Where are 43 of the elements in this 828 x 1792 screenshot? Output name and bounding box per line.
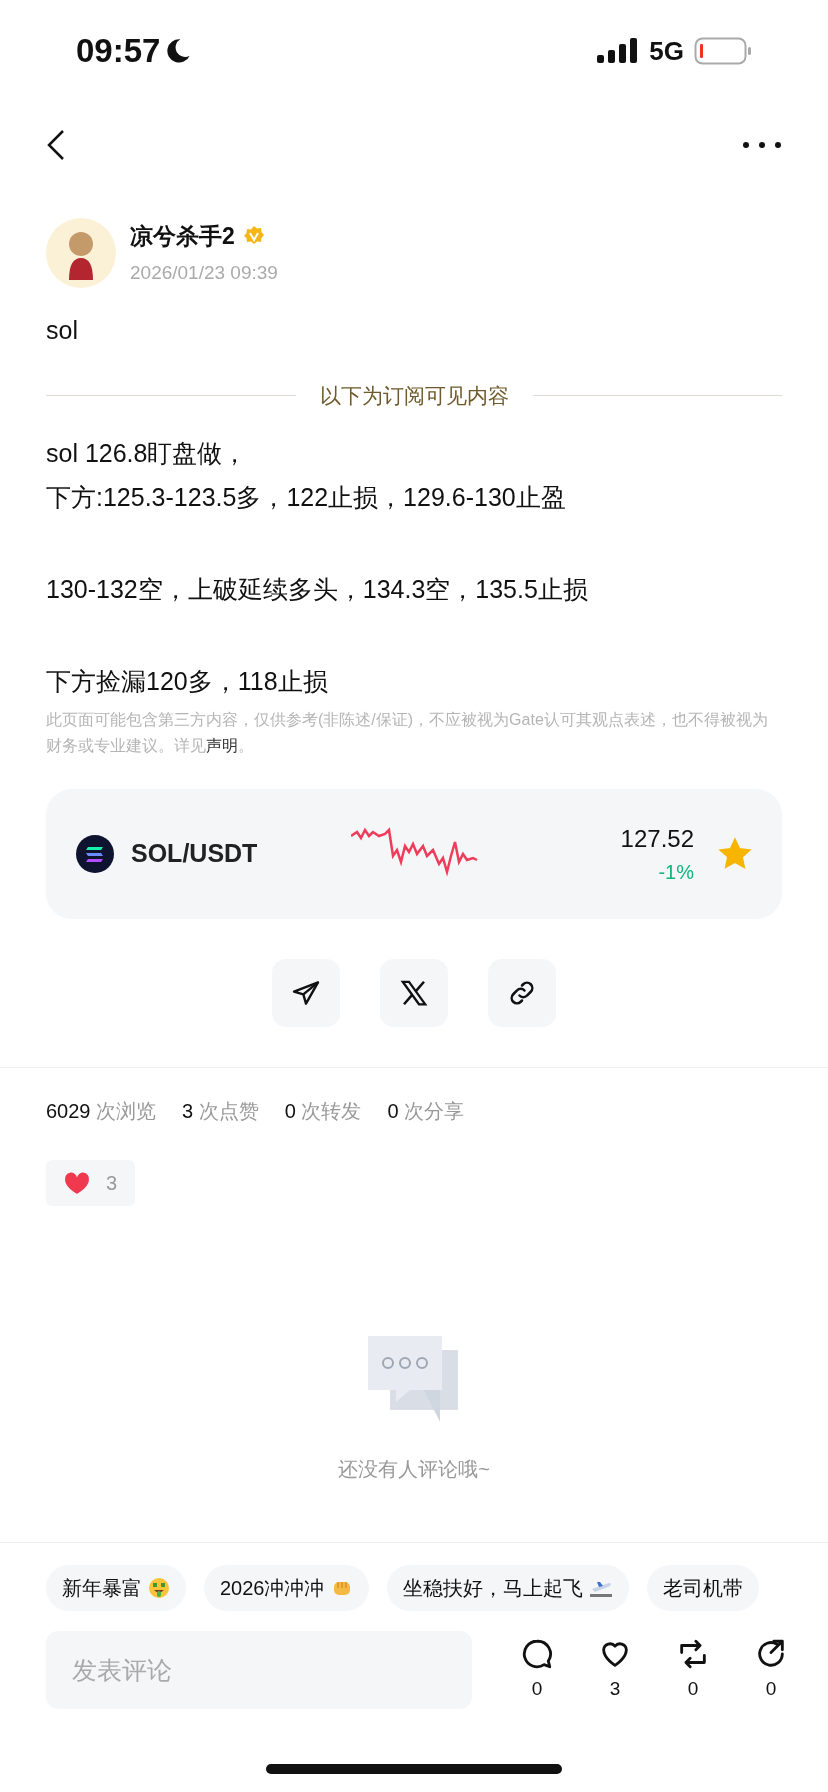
quick-reply-chip[interactable]: 新年暴富 — [46, 1565, 186, 1611]
post-action-button[interactable]: 0 — [516, 1636, 558, 1704]
post-paragraph: 130-132空，上破延续多头，134.3空，135.5止损 — [46, 574, 589, 605]
stat-counter: 0 次分享 — [387, 1099, 465, 1124]
coin-logo-icon — [76, 835, 114, 873]
ticker-card[interactable]: SOL/USDT 127.52 -1% — [46, 789, 782, 919]
author-name[interactable]: 凉兮杀手2 — [130, 218, 235, 253]
heart-icon — [64, 1171, 90, 1195]
back-icon — [46, 129, 66, 161]
empty-comments-icon — [368, 1336, 460, 1424]
post-action-button[interactable]: 3 — [594, 1636, 636, 1704]
post-paragraph: sol 126.8盯盘做， 下方:125.3-123.5多，122止损，129.6-130止盈 — [46, 438, 567, 513]
battery-icon — [694, 37, 752, 65]
post-title: sol — [46, 315, 79, 346]
quick-reply-chip[interactable]: 老司机带 — [646, 1565, 759, 1611]
post-action-button[interactable]: 0 — [672, 1636, 714, 1704]
stat-counter: 6029 次浏览 — [46, 1099, 157, 1124]
price: 127.52 — [620, 824, 694, 854]
empty-comments-text: 还没有人评论哦~ — [338, 1457, 490, 1482]
avatar[interactable] — [46, 218, 116, 288]
share-option-button[interactable] — [380, 959, 448, 1027]
quick-reply-chip[interactable]: 2026冲冲冲 — [204, 1565, 369, 1611]
network-label: 5G — [649, 34, 684, 68]
status-time: 09:57 — [76, 31, 161, 72]
post-date: 2026/01/23 09:39 — [130, 261, 278, 285]
x-logo-icon — [399, 978, 429, 1008]
post-paragraph: 下方捡漏120多，118止损 — [46, 666, 329, 697]
signal-icon — [597, 38, 640, 64]
comment-field[interactable]: 发表评论 — [46, 1631, 472, 1709]
price-change: -1% — [658, 860, 694, 885]
stat-counter: 0 次转发 — [284, 1099, 362, 1124]
star-icon — [718, 837, 752, 871]
disclaimer-text: 此页面可能包含第三方内容，仅供参考(非陈述/保证)，不应被视为Gate认可其观点表述，也不得被视为财务或专业建议。详见声明。 — [46, 710, 769, 756]
share-option-button[interactable] — [272, 959, 340, 1027]
stat-counter: 3 次点赞 — [182, 1099, 259, 1124]
post-action-button[interactable]: 0 — [750, 1636, 792, 1704]
quick-reply-chip[interactable]: 坐稳扶好，马上起飞 — [386, 1565, 629, 1611]
share-option-button[interactable] — [488, 959, 556, 1027]
subscriber-divider-label: 以下为订阅可见内容 — [319, 382, 509, 409]
statement-link[interactable]: 声明 — [206, 737, 238, 754]
money-face-icon — [148, 1577, 170, 1599]
more-icon — [742, 141, 782, 149]
pair-name: SOL/USDT — [131, 838, 259, 870]
